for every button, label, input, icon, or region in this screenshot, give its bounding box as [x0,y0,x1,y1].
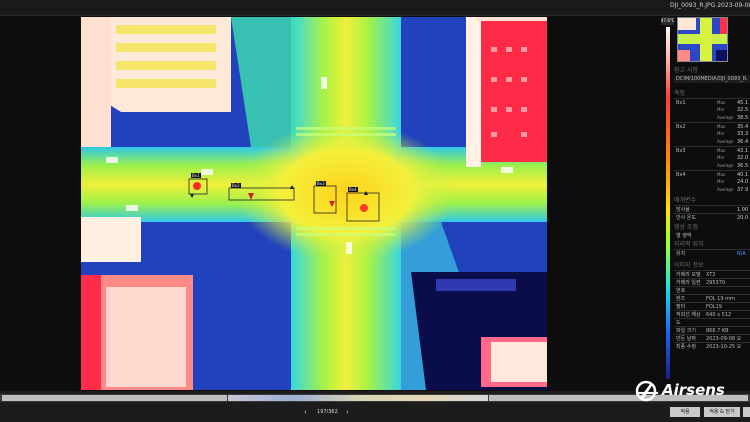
apply-button[interactable]: 적용 [670,407,700,417]
measure-row[interactable]: Bx3 Max 43.1 [674,146,750,154]
file-name: DJI_0093_R.JPG 2023-09-08 [670,2,750,9]
measure-row[interactable]: Min 33.3 [674,130,750,138]
ref-section-title: 참고 사항 [674,67,698,74]
measure-list: Bx1 Max 45.1 Min 32.5 Average 38.5 Bx2 Max 35.4 Mi… [674,98,750,194]
measure-stat-label: Min [717,155,725,160]
info-row: 카메라 모델 XT2 [674,270,750,278]
title-bar: DJI_0093_R.JPG 2023-09-08 [0,0,750,16]
reflected-temp-row[interactable]: 반사 온도 20.0 [674,213,750,221]
info-row: 필터 FOL19 [674,302,750,310]
measure-row[interactable]: Min 24.0 [674,178,750,186]
temperature-scale: 47.6°C [661,17,675,381]
measure-stat-label: Average [717,115,734,120]
next-image-button[interactable]: › [346,408,349,416]
slider-left-fill [2,395,227,401]
info-row: 카메라 일련 295370 [674,278,750,286]
info-row: 파일 크기 866.7 KB [674,326,750,334]
measure-stat-label: Average [717,163,734,168]
scale-max-label: 47.6°C [661,17,675,25]
airsens-logo-icon [635,380,658,402]
measure-stat-label: Min [717,131,725,136]
page-indicator: 197/362 [317,409,338,415]
info-row: 적외선 해상 640 x 512 [674,310,750,318]
measure-stat-label: Average [717,139,734,144]
info-row: 만든 날짜 2023-09-08 오 [674,334,750,342]
measure-row[interactable]: Min 32.5 [674,106,750,114]
measure-stat-value: 32.5 [737,107,749,113]
measure-row[interactable]: Bx4 Max 40.1 [674,170,750,178]
measure-row[interactable]: Average 36.5 [674,162,750,170]
airsens-logo: Airsens [634,380,750,402]
slider-thumbnail-strip[interactable] [228,395,488,401]
measure-row[interactable]: Average 36.4 [674,138,750,146]
info-row: 렌즈 FOL 19 mm [674,294,750,302]
measure-stat-value: 32.0 [737,155,749,161]
info-label: 최종 수정 [676,344,696,350]
measure-stat-value: 33.3 [737,131,749,137]
image-adjust-title: 영상 조정 [674,224,698,231]
apply-close-button[interactable]: 적용 & 닫기 [704,407,740,417]
measure-stat-label: Min [717,107,725,112]
info-row: 번호 [674,286,750,294]
location-section-title: 지리적 위치 [674,241,704,248]
properties-panel: 참고 사항 DCIM/100MEDIA/DJI_0093_R. 측정 Bx1 Ma… [674,64,750,390]
measure-stat-value: 37.9 [737,187,749,193]
info-section-title: 이미지 정보 [674,262,704,269]
measure-stat-value: 36.4 [737,139,749,145]
measure-row[interactable]: Min 32.0 [674,154,750,162]
measure-stat-value: 36.5 [737,163,749,169]
measure-row[interactable]: Bx2 Max 35.4 [674,122,750,130]
roi-label-bx4[interactable]: Bx4 [348,187,358,192]
info-row: 도 [674,318,750,326]
close-button[interactable] [743,407,750,417]
measure-section-title: 측정 [674,90,686,97]
info-value: 2023-10-25 오 [706,344,742,350]
measure-stat-label: Min [717,179,725,184]
scale-gradient [666,27,670,379]
thermal-image-canvas [81,17,547,390]
measure-row[interactable]: Bx1 Max 45.1 [674,98,750,106]
roi-label-bx3[interactable]: Bx3 [316,181,326,186]
params-section-title: 매개변수 [674,197,697,204]
measure-stat-label: Average [717,187,734,192]
prev-image-button[interactable]: ‹ [304,408,307,416]
roi-label-bx1[interactable]: Bx1 [191,173,201,178]
thermal-image[interactable]: Bx1 Bx2 Bx3 Bx4 [81,17,547,390]
pager: ‹ 197/362 › [300,408,360,418]
logo-text: Airsens [662,381,725,399]
location-row[interactable]: 위치 N/A [674,249,750,257]
path-field[interactable]: DCIM/100MEDIA/DJI_0093_R. [674,75,750,83]
info-row: 최종 수정 2023-10-25 오 [674,342,750,350]
measure-row[interactable]: Average 38.5 [674,114,750,122]
image-thumbnail[interactable] [677,17,728,62]
measure-row[interactable]: Average 37.9 [674,186,750,194]
roi-label-bx2[interactable]: Bx2 [231,183,241,188]
thermal-viewer-app: DJI_0093_R.JPG 2023-09-08 Bx1 Bx2 Bx3 Bx… [0,0,750,422]
info-list: 카메라 모델 XT2 카메라 일련 295370 번호 렌즈 FOL 19 mm 필터 FOL1… [674,270,750,350]
measure-stat-value: 38.5 [737,115,749,121]
emissivity-row[interactable]: 방사율 1.00 [674,205,750,213]
measure-stat-value: 24.0 [737,179,749,185]
image-adjust-sub[interactable]: 열 영역 [674,232,750,240]
